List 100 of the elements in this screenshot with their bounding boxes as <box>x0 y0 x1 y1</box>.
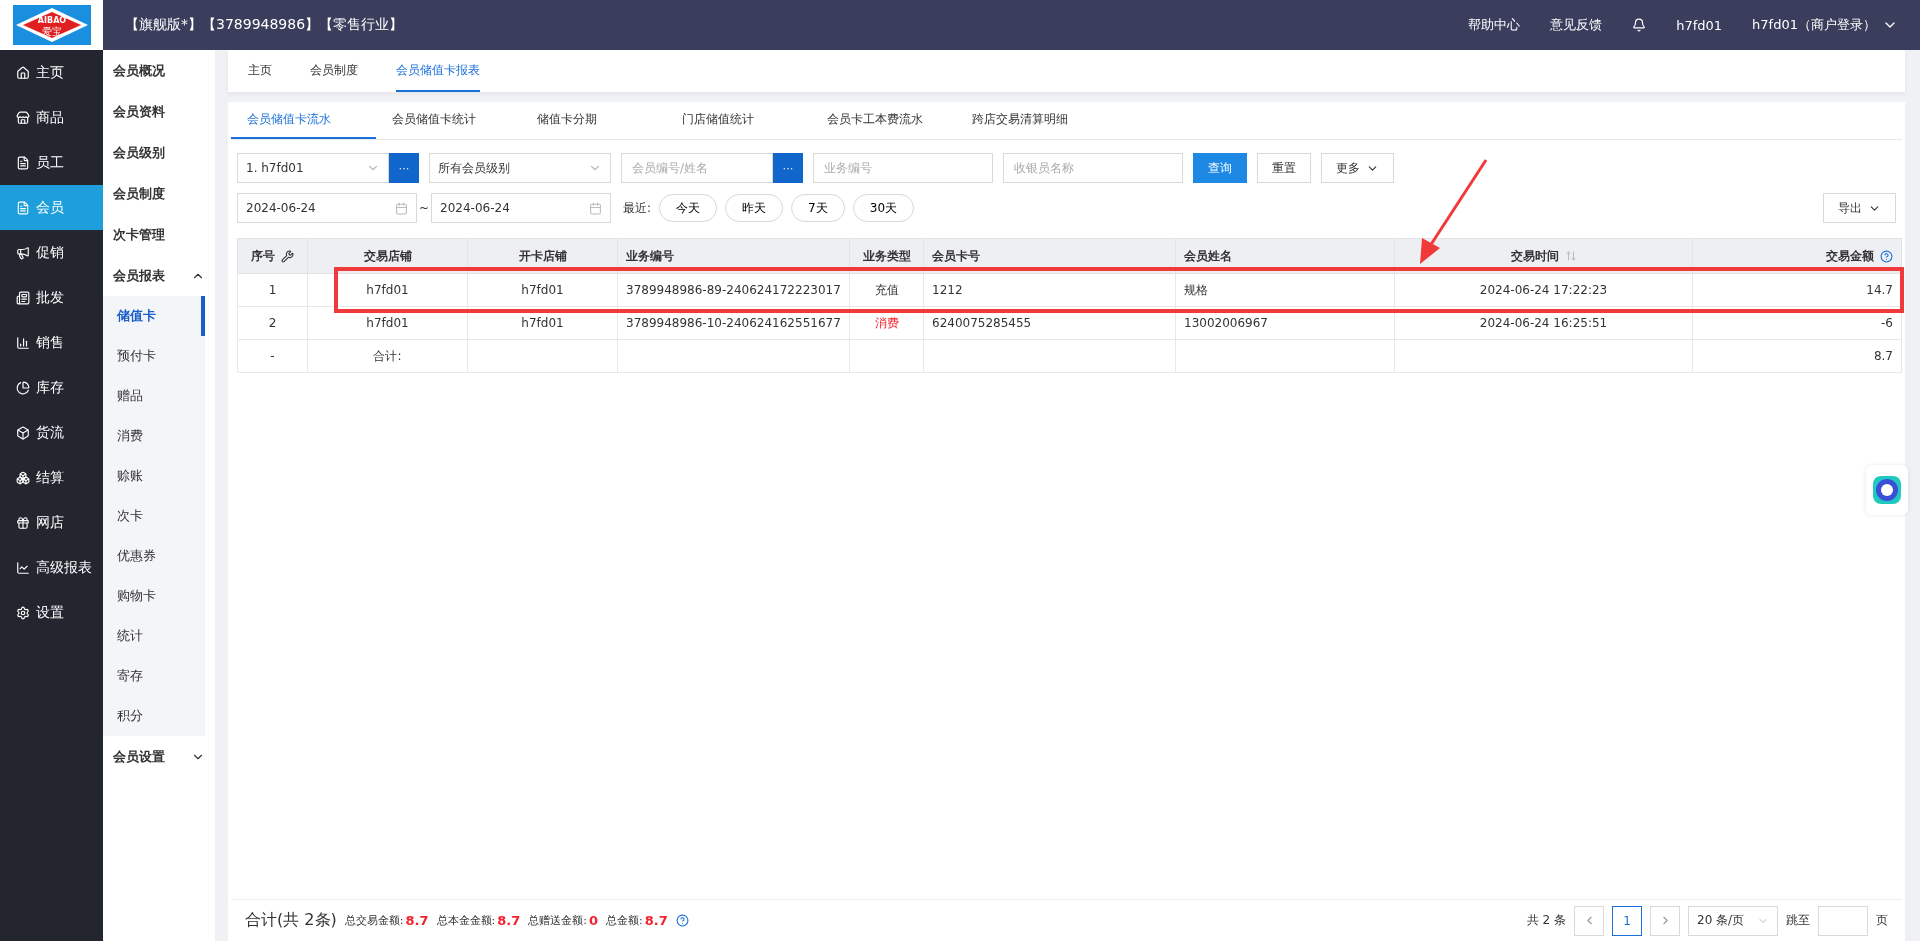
nav-icon <box>16 380 30 395</box>
summary-label: 总赠送金额: <box>528 913 587 928</box>
sub-nav-group[interactable]: 会员报表 <box>103 255 215 296</box>
nav-icon <box>16 200 30 215</box>
nav-icon <box>16 605 30 620</box>
sub-nav-child[interactable]: 次卡 <box>103 496 205 536</box>
table-cell: 2024-06-24 16:25:51 <box>1394 306 1693 340</box>
report-tab[interactable]: 储值卡分期 <box>521 101 666 139</box>
sub-nav-child[interactable]: 消费 <box>103 416 205 456</box>
sub-nav-child[interactable]: 赊账 <box>103 456 205 496</box>
table-cell: 3789948986-10-240624162551677 <box>617 306 850 340</box>
report-tab[interactable]: 门店储值统计 <box>666 101 811 139</box>
sub-nav-child[interactable]: 统计 <box>103 616 205 656</box>
table-cell: 1212 <box>923 273 1176 307</box>
nav-icon <box>16 515 30 530</box>
page-tab[interactable]: 会员制度 <box>310 50 358 92</box>
nav-item[interactable]: 货流 <box>0 410 103 455</box>
bell-icon[interactable] <box>1632 18 1647 32</box>
sub-nav-child[interactable]: 赠品 <box>103 376 205 416</box>
account-info: 【旗舰版*】【3789948986】【零售行业】 <box>125 16 405 34</box>
sub-nav-item[interactable]: 次卡管理 <box>103 214 215 255</box>
sub-nav-item[interactable]: 会员级别 <box>103 132 215 173</box>
table-cell: 13002006967 <box>1175 306 1395 340</box>
report-tab[interactable]: 会员储值卡统计 <box>376 101 521 139</box>
page-size-select[interactable]: 20 条/页 <box>1688 905 1778 936</box>
cashier-input[interactable]: 收银员名称 <box>1003 153 1183 183</box>
sub-nav-child[interactable]: 预付卡 <box>103 336 205 376</box>
store-select[interactable]: 1. h7fd01 <box>237 153 389 183</box>
help-icon[interactable] <box>1880 249 1893 263</box>
date-range-chip[interactable]: 昨天 <box>725 194 784 222</box>
date-to-field[interactable]: 2024-06-24 <box>431 193 612 223</box>
recent-label: 最近: <box>623 199 652 217</box>
table-cell: h7fd01 <box>467 273 618 307</box>
sub-nav-child[interactable]: 积分 <box>103 696 205 736</box>
nav-item[interactable]: 结算 <box>0 455 103 500</box>
calendar-icon <box>395 201 408 215</box>
sub-nav-child[interactable]: 储值卡 <box>103 296 205 336</box>
header-link[interactable]: 意见反馈 <box>1550 16 1603 34</box>
page-jump-input[interactable] <box>1818 905 1868 936</box>
report-tab[interactable]: 会员卡工本费流水 <box>811 101 956 139</box>
nav-item[interactable]: 批发 <box>0 275 103 320</box>
business-no-input[interactable]: 业务编号 <box>813 153 993 183</box>
page-button[interactable]: 1 <box>1612 905 1642 936</box>
header-link[interactable]: 帮助中心 <box>1468 16 1521 34</box>
sub-nav-group[interactable]: 会员设置 <box>103 736 215 777</box>
table-cell: h7fd01 <box>307 306 468 340</box>
more-button[interactable]: 更多 <box>1321 153 1394 183</box>
date-separator: ~ <box>419 201 430 215</box>
page-tab[interactable]: 会员储值卡报表 <box>396 50 480 92</box>
summary-label: 总交易金额: <box>344 913 404 928</box>
nav-icon <box>16 155 30 170</box>
wrench-icon[interactable] <box>281 249 294 263</box>
nav-item[interactable]: 商品 <box>0 95 103 140</box>
date-range-chip[interactable]: 30天 <box>852 194 915 222</box>
date-range-chip[interactable]: 7天 <box>791 194 845 222</box>
date-range-chip[interactable]: 今天 <box>659 194 718 222</box>
nav-item[interactable]: 促销 <box>0 230 103 275</box>
user-link[interactable]: h7fd01 <box>1676 17 1723 33</box>
sub-nav-child[interactable]: 寄存 <box>103 656 205 696</box>
table-cell: 3789948986-89-240624172223017 <box>617 273 850 307</box>
nav-item[interactable]: 主页 <box>0 50 103 95</box>
page-tab[interactable]: 主页 <box>248 50 272 92</box>
nav-item[interactable]: 设置 <box>0 590 103 635</box>
export-button[interactable]: 导出 <box>1823 193 1896 223</box>
sub-nav-item[interactable]: 会员制度 <box>103 173 215 214</box>
reset-button[interactable]: 重置 <box>1257 153 1311 183</box>
table-cell: 1 <box>237 273 308 307</box>
help-icon[interactable] <box>675 914 689 927</box>
summary-value: 8.7 <box>405 913 429 928</box>
nav-item[interactable]: 员工 <box>0 140 103 185</box>
nav-item[interactable]: 高级报表 <box>0 545 103 590</box>
picker-button[interactable]: ··· <box>773 153 803 183</box>
nav-icon <box>16 425 30 440</box>
level-select[interactable]: 所有会员级别 <box>429 153 611 183</box>
picker-button[interactable]: ··· <box>389 153 419 183</box>
table-cell: 2024-06-24 17:22:23 <box>1394 273 1693 307</box>
member-input[interactable]: 会员编号/姓名 <box>621 153 773 183</box>
nav-icon <box>16 110 30 125</box>
table-cell: h7fd01 <box>467 306 618 340</box>
table-cell: 8.7 <box>1692 339 1902 373</box>
column-header: 序号 <box>237 238 308 274</box>
date-from-field[interactable]: 2024-06-24 <box>237 193 417 223</box>
report-tab[interactable]: 跨店交易清算明细 <box>956 101 1101 139</box>
account-menu[interactable]: h7fd01（商户登录） <box>1752 16 1876 34</box>
nav-item[interactable]: 网店 <box>0 500 103 545</box>
summary-label: 总金额: <box>606 913 643 928</box>
report-tab[interactable]: 会员储值卡流水 <box>231 101 376 139</box>
nav-icon <box>16 245 30 260</box>
swirl-logo-icon <box>1872 475 1902 505</box>
nav-item[interactable]: 库存 <box>0 365 103 410</box>
query-button[interactable]: 查询 <box>1193 153 1247 183</box>
sub-nav-item[interactable]: 会员概况 <box>103 50 215 91</box>
assistant-widget[interactable] <box>1866 465 1908 515</box>
sub-nav-child[interactable]: 优惠券 <box>103 536 205 576</box>
sub-nav-item[interactable]: 会员资料 <box>103 91 215 132</box>
jump-label: 跳至 <box>1786 912 1810 929</box>
table-cell: 消费 <box>849 306 924 340</box>
sub-nav-child[interactable]: 购物卡 <box>103 576 205 616</box>
table-cell: h7fd01 <box>307 273 468 307</box>
nav-item[interactable]: 销售 <box>0 320 103 365</box>
